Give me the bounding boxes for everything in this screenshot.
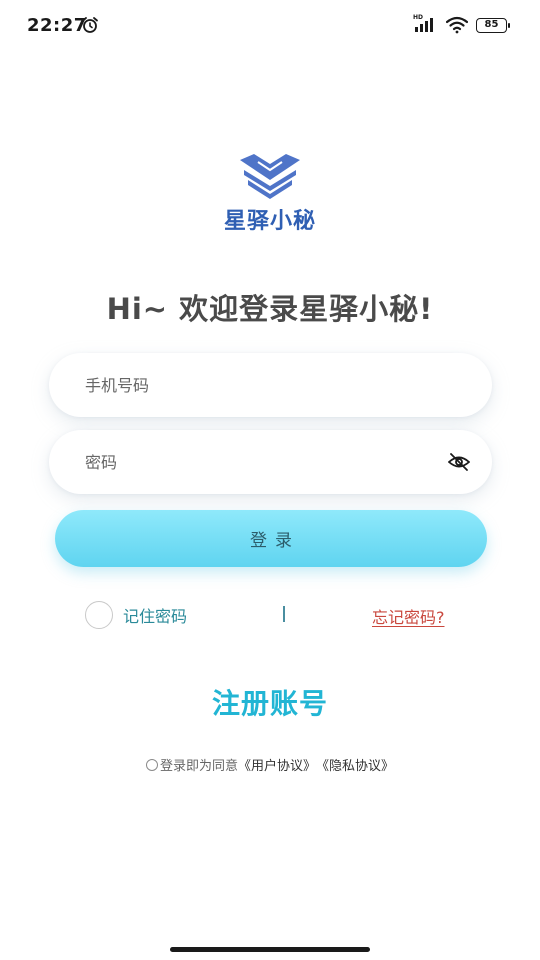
status-bar: 22:27 HD 85 — [0, 0, 540, 52]
phone-field[interactable] — [49, 353, 492, 417]
app-logo-icon — [240, 154, 300, 199]
phone-input[interactable] — [85, 353, 445, 417]
login-screen: 22:27 HD 85 星驿小秘 Hi~ 欢迎登录星驿小秘! 手机号码 登录 记… — [0, 0, 540, 960]
app-logo-text: 星驿小秘 — [223, 209, 316, 234]
agreement-prefix: 登录即为同意 — [159, 759, 238, 774]
battery-icon: 85 — [476, 18, 507, 33]
password-input[interactable] — [85, 430, 445, 494]
forgot-password-link[interactable]: 忘记密码? — [372, 604, 445, 628]
eye-off-icon[interactable] — [448, 452, 470, 472]
welcome-heading: Hi~ 欢迎登录星驿小秘! — [106, 292, 434, 326]
remember-password-label[interactable]: 记住密码 — [123, 603, 187, 627]
remember-password-checkbox[interactable] — [85, 601, 113, 629]
user-agreement-link[interactable]: 《用户协议》 — [238, 755, 316, 774]
agreement-checkbox[interactable] — [145, 758, 158, 771]
password-field[interactable] — [49, 430, 492, 494]
alarm-clock-icon — [82, 17, 98, 33]
cellular-signal-icon — [415, 18, 433, 32]
home-indicator[interactable] — [170, 947, 370, 952]
register-account-link[interactable]: 注册账号 — [0, 682, 540, 722]
row-divider — [283, 606, 285, 622]
wifi-icon — [446, 16, 468, 34]
status-time: 22:27 — [27, 15, 87, 36]
login-button[interactable]: 登录 — [55, 510, 487, 567]
privacy-policy-link[interactable]: 《隐私协议》 — [316, 755, 394, 774]
battery-cap — [508, 23, 510, 28]
agreement-row: 登录即为同意 《用户协议》 《隐私协议》 — [0, 755, 540, 774]
